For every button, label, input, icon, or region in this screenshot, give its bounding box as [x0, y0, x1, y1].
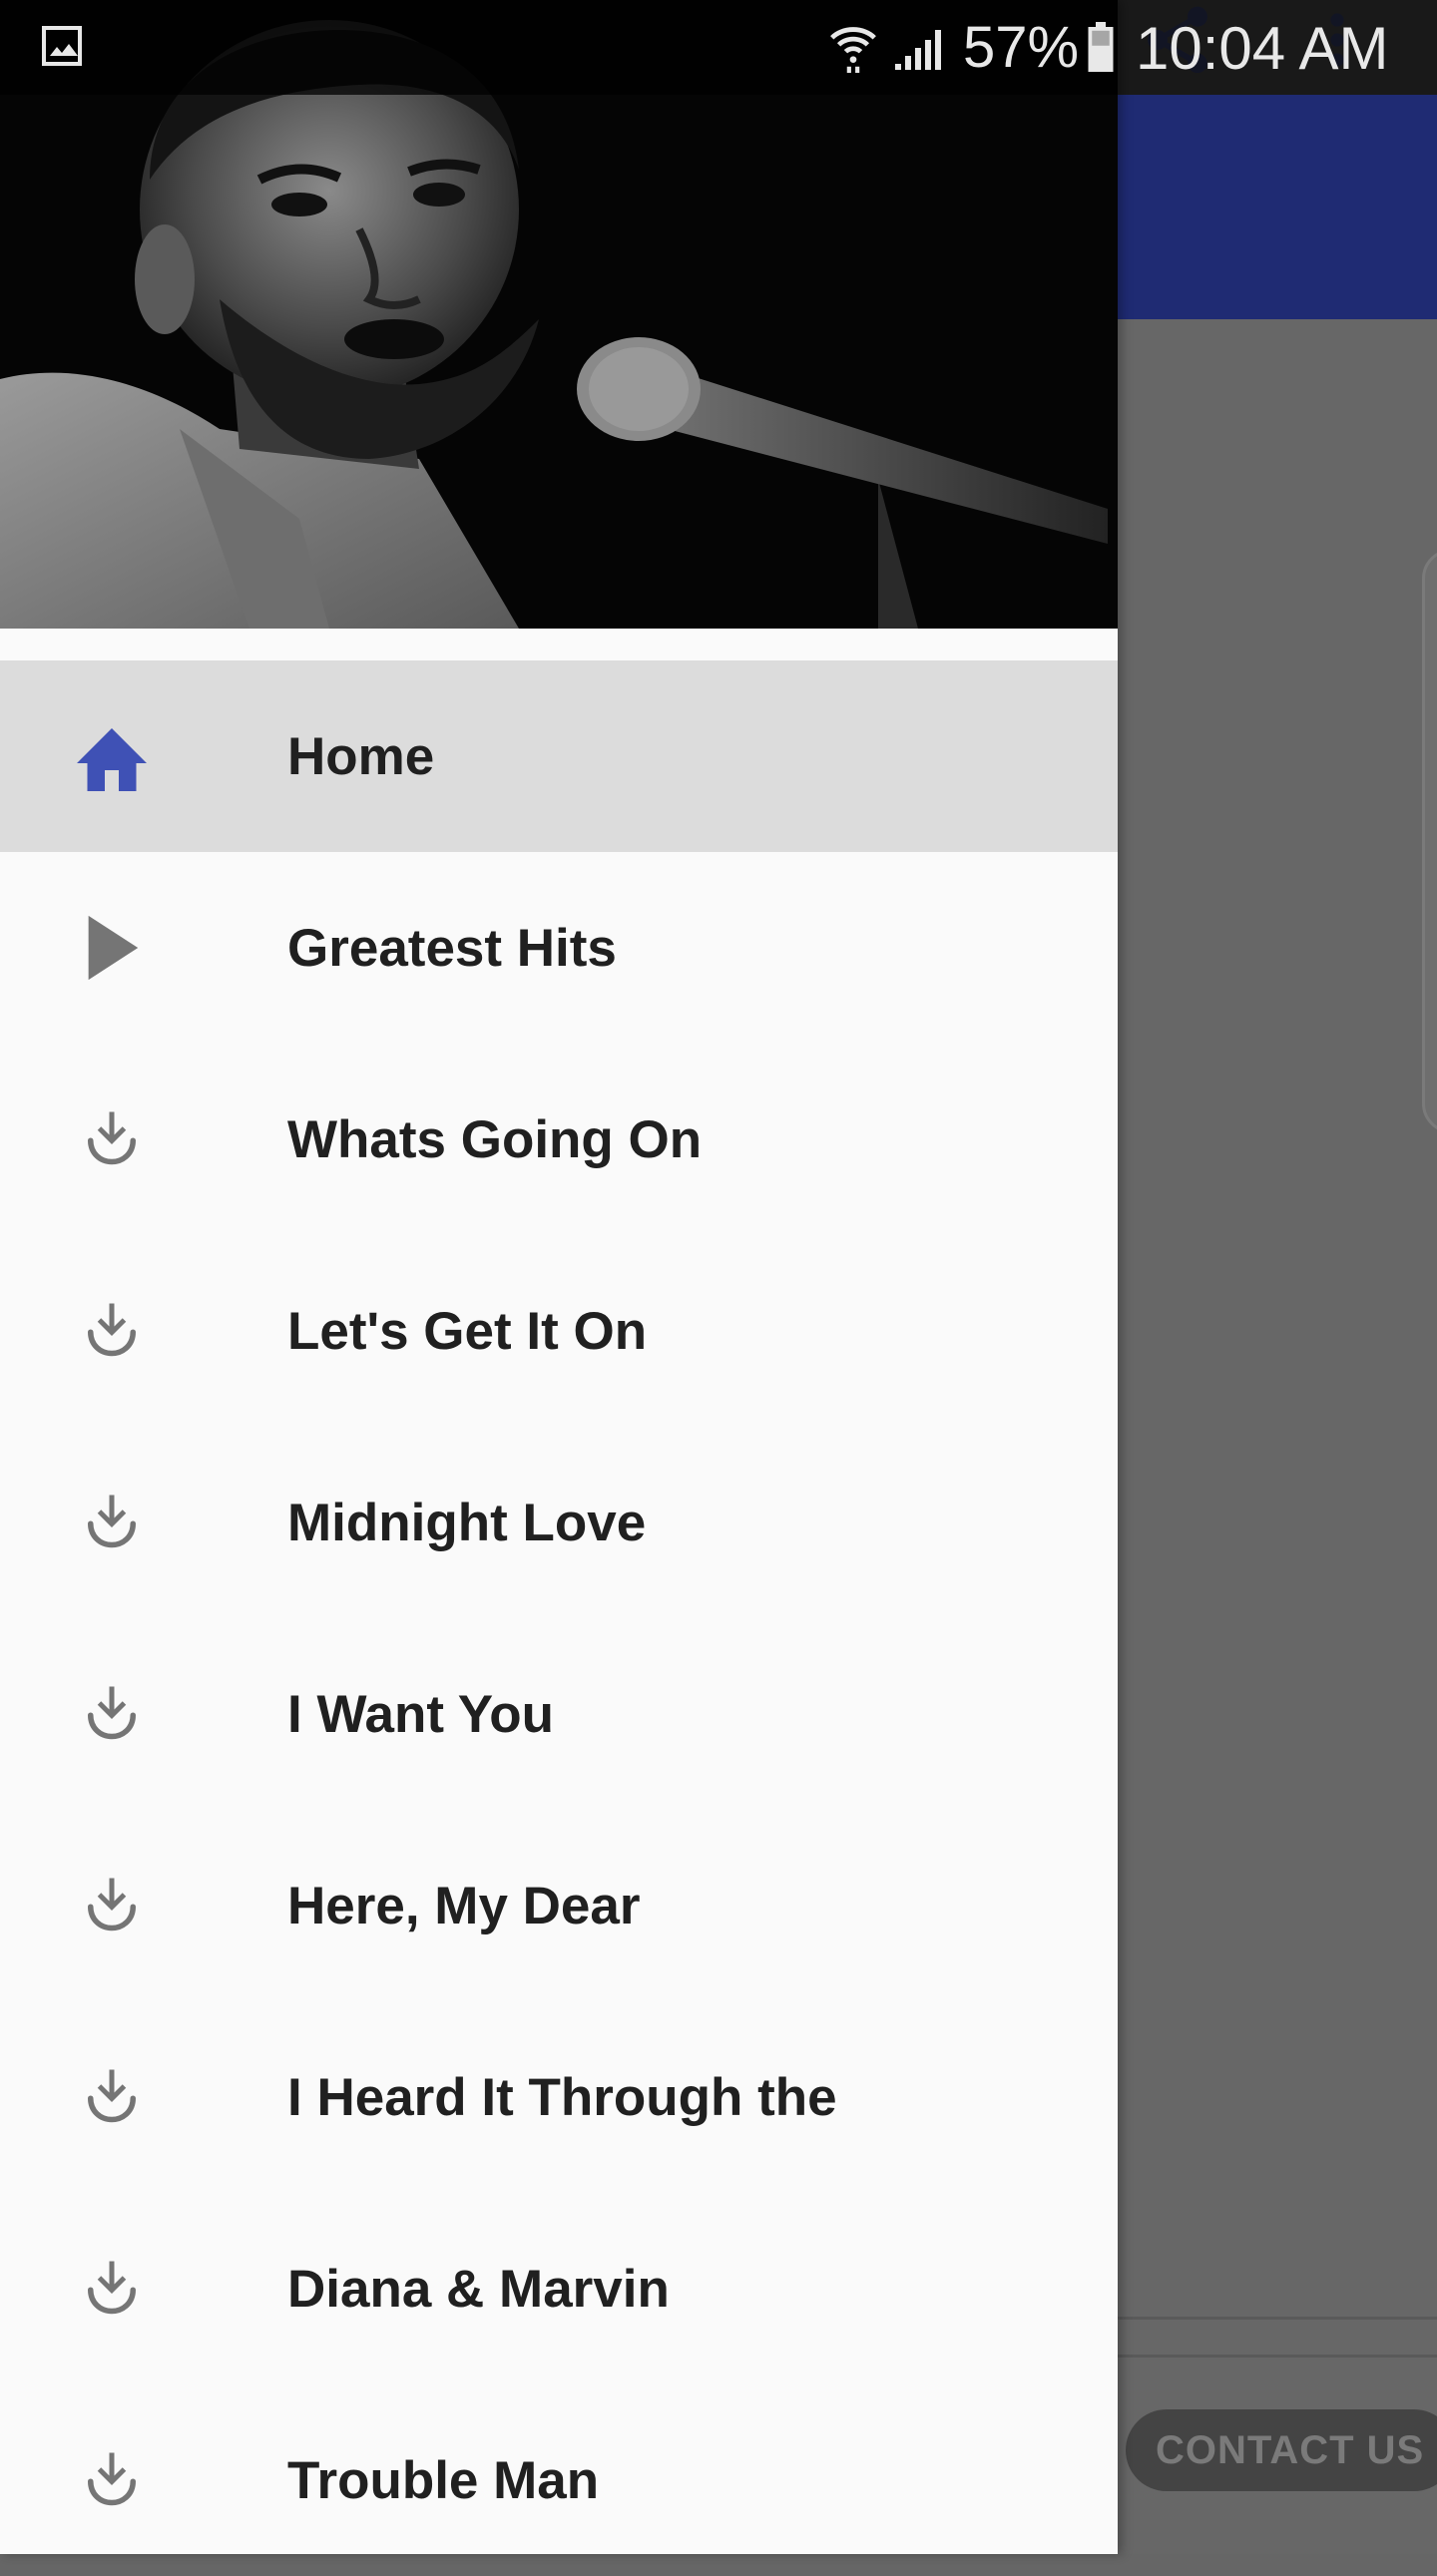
clock: 10:04 AM	[1136, 15, 1389, 82]
download-icon	[62, 2239, 162, 2339]
drawer-item-label: Whats Going On	[287, 1109, 703, 1169]
contact-us-button[interactable]: CONTACT US	[1126, 2409, 1437, 2491]
drawer-item-label: I Heard It Through the	[287, 2067, 837, 2127]
gallery-icon	[38, 22, 86, 70]
drawer-item-home[interactable]: Home	[0, 660, 1118, 852]
drawer-item-label: Here, My Dear	[287, 1876, 641, 1935]
drawer-item-i-heard-it-through-the[interactable]: I Heard It Through the	[0, 2001, 1118, 2193]
signal-icon	[891, 26, 943, 72]
drawer-item-diana-marvin[interactable]: Diana & Marvin	[0, 2193, 1118, 2384]
drawer-item-label: Diana & Marvin	[287, 2259, 670, 2319]
drawer-item-label: Home	[287, 726, 435, 786]
drawer-item-label: Midnight Love	[287, 1493, 647, 1552]
drawer-item-label: I Want You	[287, 1684, 554, 1744]
drawer-item-label: Greatest Hits	[287, 918, 617, 978]
navigation-drawer: Home Greatest Hits Whats Going On Let's Get…	[0, 0, 1118, 2554]
download-icon	[62, 1664, 162, 1764]
drawer-item-whats-going-on[interactable]: Whats Going On	[0, 1044, 1118, 1235]
drawer-item-midnight-love[interactable]: Midnight Love	[0, 1427, 1118, 1618]
download-icon	[62, 1281, 162, 1381]
drawer-item-i-want-you[interactable]: I Want You	[0, 1618, 1118, 1810]
divider	[1118, 2317, 1437, 2320]
drawer-item-trouble-man[interactable]: Trouble Man	[0, 2384, 1118, 2576]
download-icon	[62, 2430, 162, 2530]
play-icon	[62, 898, 162, 998]
drawer-item-let-s-get-it-on[interactable]: Let's Get It On	[0, 1235, 1118, 1427]
home-icon	[62, 706, 162, 806]
background-card	[1422, 549, 1437, 1133]
drawer-item-greatest-hits[interactable]: Greatest Hits	[0, 852, 1118, 1044]
drawer-item-here-my-dear[interactable]: Here, My Dear	[0, 1810, 1118, 2001]
battery-icon	[1086, 22, 1116, 72]
drawer-item-label: Trouble Man	[287, 2450, 600, 2510]
drawer-item-label: Let's Get It On	[287, 1301, 648, 1361]
download-icon	[62, 1089, 162, 1189]
download-icon	[62, 2047, 162, 2147]
battery-percent: 57%	[963, 15, 1080, 80]
divider	[1118, 2355, 1437, 2358]
wifi-icon	[828, 20, 878, 76]
status-bar: 57% 10:04 AM	[0, 0, 1437, 95]
download-icon	[62, 1473, 162, 1572]
download-icon	[62, 1856, 162, 1955]
drawer-menu: Home Greatest Hits Whats Going On Let's Get…	[0, 660, 1118, 2576]
